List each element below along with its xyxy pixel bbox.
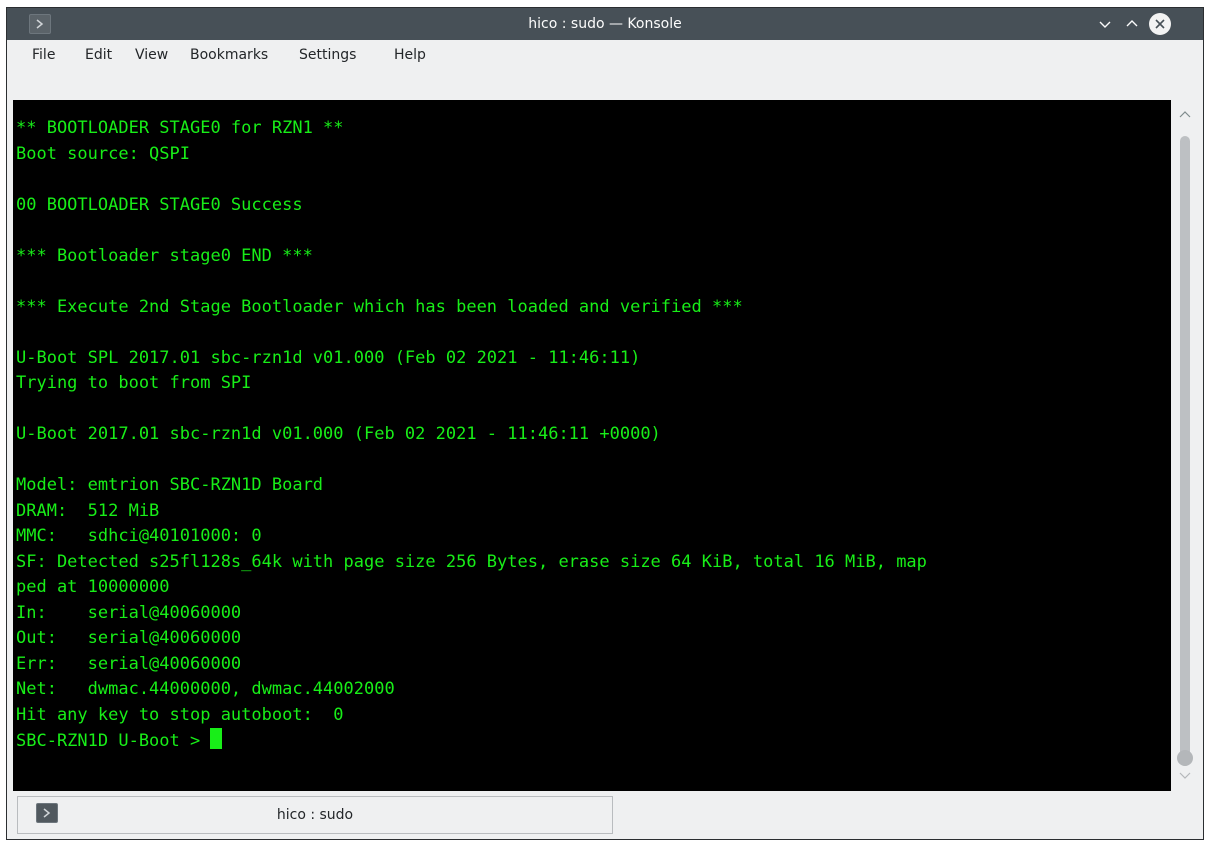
terminal-line: Boot source: QSPI	[16, 143, 190, 164]
menu-settings[interactable]: Settings	[299, 40, 356, 70]
tab-hico-sudo[interactable]: hico : sudo	[17, 796, 613, 834]
terminal-line: U-Boot SPL 2017.01 sbc-rzn1d v01.000 (Fe…	[16, 347, 641, 368]
terminal-prompt-line: SBC-RZN1D U-Boot >	[16, 728, 927, 754]
terminal-line: ped at 10000000	[16, 577, 170, 597]
maximize-button[interactable]	[1124, 16, 1140, 32]
terminal-lines: ** BOOTLOADER STAGE0 for RZN1 ** Boot sou…	[16, 116, 927, 754]
terminal-line: 00 BOOTLOADER STAGE0 Success	[16, 194, 303, 215]
terminal-line: *** Bootloader stage0 END ***	[16, 245, 313, 266]
menu-help[interactable]: Help	[394, 40, 426, 70]
terminal-line: U-Boot 2017.01 sbc-rzn1d v01.000 (Feb 02…	[16, 424, 661, 444]
scroll-up-icon[interactable]	[1179, 110, 1191, 118]
terminal-cursor	[210, 728, 223, 749]
konsole-window: hico : sudo — Konsole File Edit View Boo…	[6, 7, 1204, 840]
scroll-down-icon[interactable]	[1179, 772, 1191, 780]
terminal-line: MMC: sdhci@40101000: 0	[16, 526, 262, 546]
menu-bar: File Edit View Bookmarks Settings Help	[7, 40, 1203, 70]
terminal-line: DRAM: 512 MiB	[16, 500, 160, 521]
menu-edit[interactable]: Edit	[85, 40, 112, 70]
terminal-line: ** BOOTLOADER STAGE0 for RZN1 **	[16, 118, 344, 138]
terminal-prompt: SBC-RZN1D U-Boot >	[16, 731, 211, 751]
close-icon	[1155, 19, 1165, 29]
terminal-line: Out: serial@40060000	[16, 628, 242, 648]
scrollbar-track[interactable]	[1180, 136, 1190, 766]
terminal-line: *** Execute 2nd Stage Bootloader which h…	[16, 296, 743, 317]
tab-label: hico : sudo	[276, 807, 354, 823]
menu-bookmarks[interactable]: Bookmarks	[190, 40, 268, 70]
chevron-down-icon	[1099, 21, 1111, 28]
terminal-line: Err: serial@40060000	[16, 653, 242, 674]
terminal-line: In: serial@40060000	[16, 602, 242, 623]
tab-bar: hico : sudo	[7, 793, 1203, 839]
menu-file[interactable]: File	[32, 40, 55, 70]
terminal-line: Hit any key to stop autoboot: 0	[16, 704, 344, 725]
window-title: hico : sudo — Konsole	[528, 16, 682, 32]
terminal-line: Net: dwmac.44000000, dwmac.44002000	[16, 679, 395, 699]
title-bar[interactable]: hico : sudo — Konsole	[7, 8, 1203, 40]
vertical-scrollbar[interactable]	[1171, 100, 1199, 791]
close-button[interactable]	[1149, 13, 1171, 35]
terminal-output[interactable]: ** BOOTLOADER STAGE0 for RZN1 ** Boot sou…	[13, 100, 1171, 791]
terminal-line: Model: emtrion SBC-RZN1D Board	[16, 475, 324, 495]
terminal-line: Trying to boot from SPI	[16, 373, 252, 393]
minimize-button[interactable]	[1097, 16, 1113, 32]
menu-view[interactable]: View	[135, 40, 168, 70]
terminal-line: SF: Detected s25fl128s_64k with page siz…	[16, 551, 927, 572]
scrollbar-thumb[interactable]	[1177, 750, 1193, 766]
chevron-up-icon	[1126, 20, 1138, 27]
